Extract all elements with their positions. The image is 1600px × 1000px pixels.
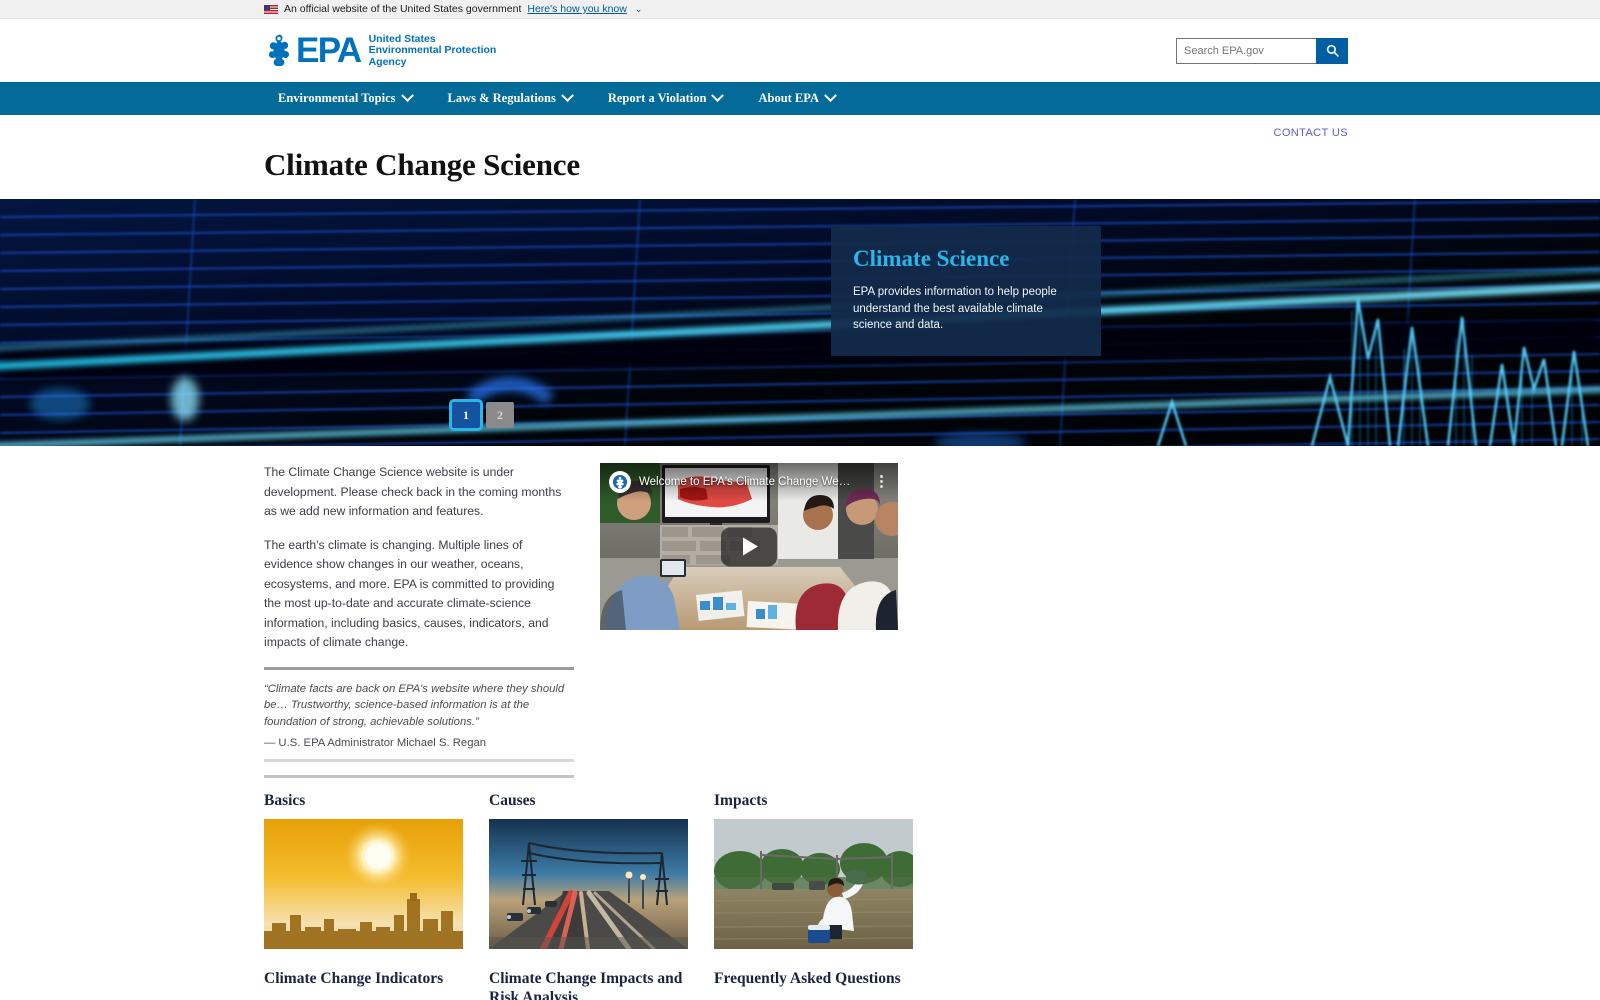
card-title[interactable]: Climate Change Indicators — [264, 969, 463, 1000]
masthead: EPA United States Environmental Protecti… — [0, 19, 1600, 82]
topic-card-grid: Basics Causes Impacts Climate Change Ind… — [264, 791, 1350, 1000]
video-topbar: Welcome to EPA's Climate Change We… ⋮ — [600, 463, 898, 501]
us-flag-icon — [264, 4, 278, 14]
contact-us-link[interactable]: CONTACT US — [1274, 127, 1349, 139]
epa-tagline: United States Environmental Protection A… — [369, 33, 497, 69]
video-title[interactable]: Welcome to EPA's Climate Change We… — [639, 476, 866, 488]
hero-caption-title: Climate Science — [853, 246, 1010, 271]
card-title[interactable]: Impacts — [714, 791, 913, 810]
epa-seal-icon — [612, 474, 628, 490]
card-title[interactable]: Basics — [264, 791, 463, 810]
utility-row: CONTACT US — [250, 115, 1350, 139]
hero-caption: Climate Science EPA provides information… — [831, 226, 1101, 356]
hero-background-image — [0, 199, 1600, 446]
youtube-video-player[interactable]: Welcome to EPA's Climate Change We… ⋮ — [600, 463, 898, 630]
topic-cards-section: Basics Causes Impacts Climate Change Ind… — [250, 762, 1350, 1000]
intro-paragraph-1: The Climate Change Science website is un… — [264, 465, 562, 518]
sun-over-city-skyline-image[interactable] — [264, 819, 463, 949]
kebab-menu-icon[interactable]: ⋮ — [874, 474, 889, 489]
chevron-down-icon — [400, 89, 414, 103]
primary-navigation: Environmental Topics Laws & Regulations … — [0, 82, 1600, 115]
nav-item-label: About EPA — [758, 91, 820, 105]
chevron-down-icon — [711, 89, 725, 103]
nav-item-about-epa[interactable]: About EPA — [740, 82, 853, 115]
how-you-know-link[interactable]: Here's how you know — [527, 3, 626, 15]
epa-seal-icon — [268, 34, 290, 66]
search-icon — [1326, 44, 1339, 57]
carousel-slide-1-button[interactable]: 1 — [449, 399, 483, 431]
nav-item-label: Laws & Regulations — [447, 91, 556, 105]
epa-tagline-line3: Agency — [368, 55, 407, 68]
epa-logo-link[interactable]: EPA United States Environmental Protecti… — [264, 33, 496, 69]
search-input[interactable] — [1176, 37, 1316, 64]
quote-attribution: — U.S. EPA Administrator Michael S. Rega… — [264, 737, 487, 749]
quote-text: “Climate facts are back on EPA's website… — [264, 682, 565, 728]
gov-banner: An official website of the United States… — [0, 0, 1600, 19]
page-title-wrap: Climate Change Science — [250, 139, 1350, 199]
nav-item-label: Report a Violation — [607, 91, 707, 105]
play-button-icon[interactable] — [721, 527, 777, 566]
card-title[interactable]: Climate Change Impacts and Risk Analysis — [489, 969, 688, 1000]
card-impacts[interactable]: Impacts — [714, 791, 913, 969]
chevron-down-icon — [824, 89, 837, 103]
carousel-slide-2-button[interactable]: 2 — [486, 402, 514, 428]
search-form[interactable] — [1176, 37, 1348, 64]
nav-item-label: Environmental Topics — [278, 91, 396, 105]
chevron-down-icon — [560, 89, 574, 103]
card-basics[interactable]: Basics — [264, 791, 463, 969]
search-button[interactable] — [1316, 37, 1348, 64]
epa-tagline-line2: Environmental Protection — [368, 44, 497, 57]
administrator-quote: “Climate facts are back on EPA's website… — [264, 666, 574, 762]
person-wading-in-flood-image[interactable] — [714, 819, 913, 949]
epa-tagline-line1: United States — [368, 32, 436, 45]
page-title: Climate Change Science — [264, 147, 580, 182]
nav-item-laws-regulations[interactable]: Laws & Regulations — [430, 82, 590, 115]
card-climate-change-indicators[interactable]: Climate Change Indicators — [264, 969, 463, 1000]
video-column: Welcome to EPA's Climate Change We… ⋮ — [600, 463, 898, 762]
gov-banner-text: An official website of the United States… — [284, 3, 522, 15]
nav-item-report-a-violation[interactable]: Report a Violation — [590, 82, 741, 115]
intro-column: The Climate Change Science website is un… — [264, 463, 574, 762]
highway-traffic-at-dusk-image[interactable] — [489, 819, 688, 949]
epa-channel-avatar-icon[interactable] — [609, 471, 631, 493]
epa-wordmark: EPA — [296, 31, 362, 70]
hero-caption-body: EPA provides information to help people … — [853, 286, 1057, 331]
intro-paragraph-2: The earth's climate is changing. Multipl… — [264, 537, 555, 650]
card-title[interactable]: Causes — [489, 791, 688, 810]
hero-carousel[interactable]: Climate Science EPA provides information… — [0, 199, 1600, 446]
card-title[interactable]: Frequently Asked Questions — [714, 969, 913, 1000]
nav-item-environmental-topics[interactable]: Environmental Topics — [264, 82, 430, 115]
carousel-pagination[interactable]: 1 2 — [449, 399, 514, 431]
card-frequently-asked-questions[interactable]: Frequently Asked Questions — [714, 969, 913, 1000]
section-divider — [264, 775, 574, 778]
card-climate-change-impacts-and-risk-analysis[interactable]: Climate Change Impacts and Risk Analysis — [489, 969, 688, 1000]
chevron-down-icon[interactable]: ⌄ — [635, 4, 643, 15]
main-content: The Climate Change Science website is un… — [250, 446, 1350, 762]
card-causes[interactable]: Causes — [489, 791, 688, 969]
